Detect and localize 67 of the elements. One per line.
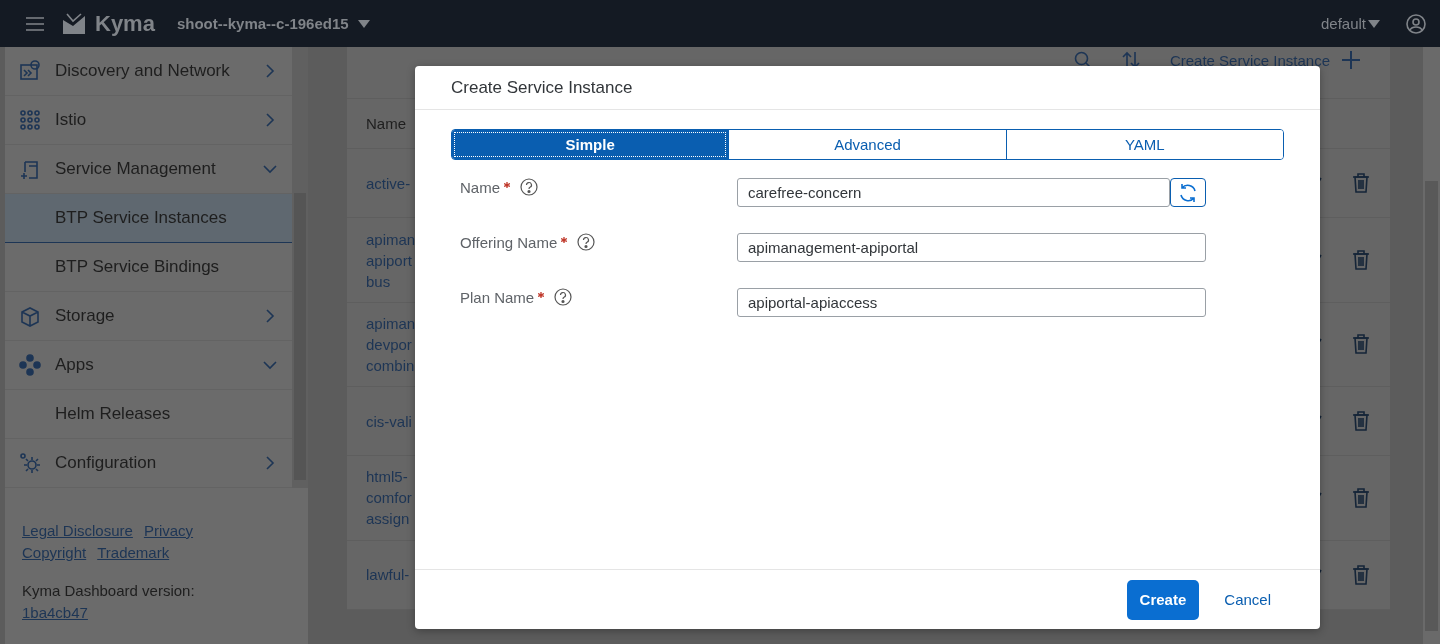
chevron-icon	[263, 456, 277, 470]
plus-icon	[1342, 51, 1360, 69]
grid-icon	[19, 109, 41, 131]
create-button[interactable]: Create Service Instance	[1169, 51, 1360, 69]
chevron-icon	[263, 309, 277, 323]
table-cell[interactable]: lawful-	[366, 564, 410, 586]
regenerate-button[interactable]	[1170, 178, 1206, 207]
help-icon[interactable]	[520, 178, 538, 196]
help-icon[interactable]	[554, 288, 573, 306]
table-cell[interactable]: apiman apiport bus	[366, 228, 416, 292]
tab[interactable]: Simple	[452, 130, 729, 159]
scrollbar[interactable]	[292, 47, 308, 488]
chevron-icon	[263, 162, 277, 176]
namespace-dropdown[interactable]: default	[1320, 15, 1380, 32]
footer-link[interactable]: Trademark	[97, 544, 170, 566]
tab[interactable]: YAML	[1005, 130, 1283, 159]
network-icon	[19, 60, 41, 82]
version-link[interactable]: 1ba4cb47	[22, 604, 291, 621]
trash-icon[interactable]	[1352, 411, 1370, 432]
service-icon	[19, 158, 41, 180]
create-button[interactable]: Create	[1126, 579, 1200, 620]
nav-item[interactable]: Storage	[5, 292, 292, 341]
nav-item[interactable]: BTP Service Instances	[5, 194, 292, 243]
field-label: Offering Name	[460, 233, 558, 251]
column-header: Name	[366, 114, 406, 132]
product-name: Kyma	[95, 10, 155, 37]
menu-icon[interactable]	[25, 15, 45, 32]
table-cell[interactable]: active-	[366, 172, 411, 194]
gear-icon	[19, 452, 41, 474]
cancel-button[interactable]: Cancel	[1211, 579, 1284, 620]
scrollbar[interactable]	[1423, 47, 1440, 644]
trash-icon[interactable]	[1352, 250, 1370, 271]
caret-icon	[1368, 19, 1380, 28]
trash-icon[interactable]	[1352, 173, 1370, 194]
table-cell[interactable]: html5- comfor assign	[366, 466, 412, 530]
sort-icon[interactable]	[1121, 51, 1140, 69]
chevron-icon	[263, 64, 277, 78]
chevron-icon	[263, 358, 277, 372]
trash-icon[interactable]	[1352, 487, 1370, 508]
dots-icon	[19, 354, 41, 376]
trash-icon[interactable]	[1352, 334, 1370, 355]
input-field[interactable]: carefree-concern	[737, 178, 1170, 207]
user-icon[interactable]	[1406, 13, 1426, 34]
trash-icon[interactable]	[1352, 564, 1370, 585]
logo-icon	[61, 11, 87, 36]
refresh-icon	[1178, 182, 1198, 203]
box-icon	[19, 305, 41, 327]
input-field[interactable]: apiportal-apiaccess	[737, 288, 1206, 317]
cluster-dropdown[interactable]: shoot--kyma--c-196ed15	[176, 15, 370, 32]
dialog-title: Create Service Instance	[415, 66, 1320, 110]
nav-item[interactable]: Configuration	[5, 439, 292, 488]
footer-link[interactable]: Legal Disclosure	[22, 522, 133, 544]
version-label: Kyma Dashboard version:	[22, 582, 196, 601]
nav-item[interactable]: Discovery and Network	[5, 47, 292, 96]
field-label: Plan Name	[460, 288, 535, 306]
nav-item[interactable]: Istio	[5, 96, 292, 145]
table-cell[interactable]: apiman devpor combin	[366, 312, 416, 376]
nav-item[interactable]: Apps	[5, 341, 292, 390]
caret-icon	[357, 19, 370, 28]
field-label: Name	[460, 178, 500, 196]
chevron-icon	[263, 113, 277, 127]
footer-link[interactable]: Privacy	[143, 522, 194, 544]
footer-link[interactable]: Copyright	[22, 544, 87, 566]
input-field[interactable]: apimanagement-apiportal	[737, 233, 1206, 262]
table-cell[interactable]: cis-vali	[366, 410, 412, 432]
search-icon[interactable]	[1073, 51, 1092, 69]
help-icon[interactable]	[577, 233, 596, 251]
